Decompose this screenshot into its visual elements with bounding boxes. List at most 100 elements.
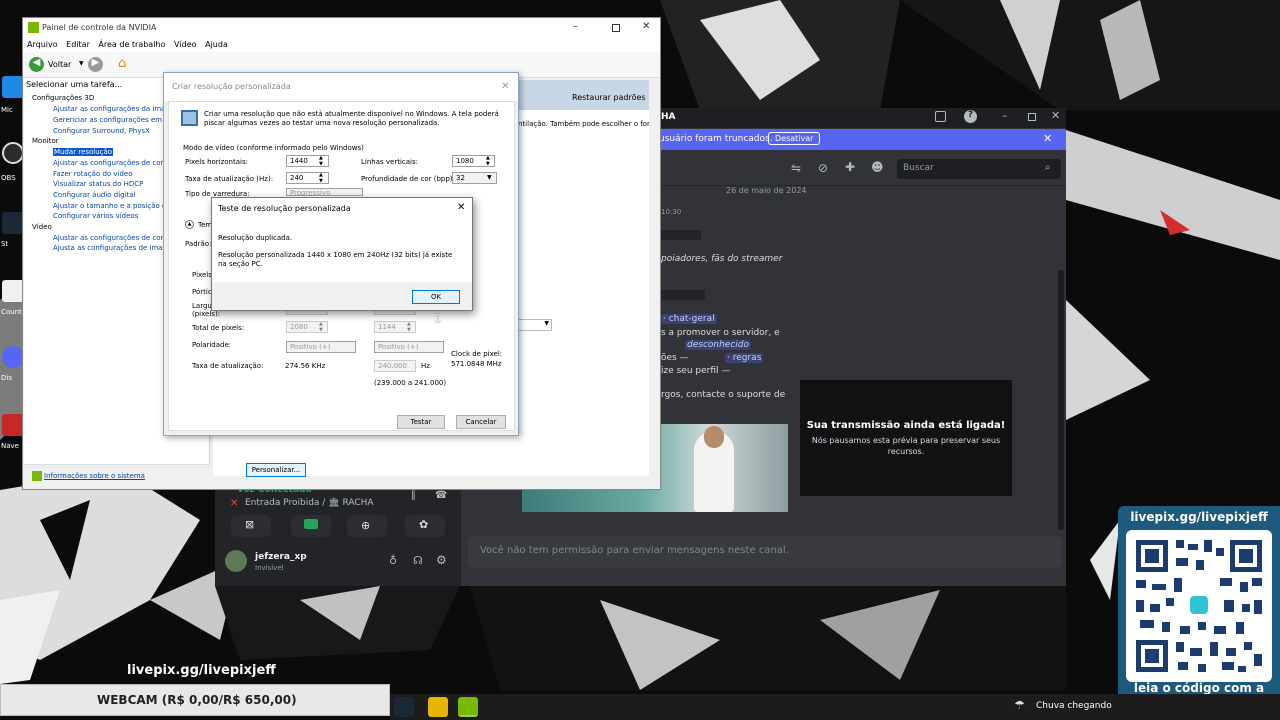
menu-area-de-trabalho[interactable]: Área de trabalho: [98, 40, 165, 49]
tree-item[interactable]: Ajustar as configurações de cor de: [53, 234, 174, 242]
test-button[interactable]: Testar: [397, 415, 445, 429]
chat-scrollbar[interactable]: [1058, 270, 1064, 530]
menu-ajuda[interactable]: Ajuda: [205, 40, 228, 49]
content-dropdown[interactable]: ▼: [518, 319, 552, 331]
restore-defaults-link[interactable]: Restaurar padrões: [572, 93, 646, 102]
menu-arquivo[interactable]: Arquivo: [27, 40, 58, 49]
voice-channel[interactable]: Entrada Proibida / 🏛 RACHA: [245, 498, 374, 508]
refresh-khz-value: 274.56 KHz: [285, 362, 326, 370]
activities-button[interactable]: ⊕: [347, 515, 387, 537]
threads-icon[interactable]: ⇋: [791, 161, 801, 175]
message-line: ize seu perfil —: [661, 366, 731, 376]
close-icon[interactable]: ✕: [1051, 109, 1060, 122]
tree-item[interactable]: Ajusta as configurações de imagem: [53, 244, 178, 252]
chevron-down-icon[interactable]: ▼: [487, 174, 492, 181]
channel-mention[interactable]: · chat-geral: [661, 314, 717, 324]
pin-icon[interactable]: ✚: [845, 160, 855, 174]
forward-arrow-icon[interactable]: ▶: [88, 57, 103, 72]
spinner-arrows-icon[interactable]: ▲ ▼: [319, 172, 323, 184]
desktop-icon-mic[interactable]: [2, 76, 24, 98]
banner-text: usuário foram truncados.: [659, 134, 773, 144]
close-icon[interactable]: ✕: [642, 21, 650, 32]
disable-button[interactable]: Desativar: [768, 132, 821, 145]
timing-expand-icon[interactable]: ▲: [185, 220, 194, 229]
desktop-icon-discord[interactable]: [2, 346, 24, 368]
steam-taskbar-icon[interactable]: [394, 697, 414, 717]
maximize-icon[interactable]: [1028, 113, 1036, 121]
group-label: Modo de vídeo (conforme informado pelo W…: [183, 144, 364, 152]
chip-chat-geral[interactable]: · chat-geral: [661, 314, 717, 324]
scan-select[interactable]: Progressivo: [286, 188, 363, 196]
redacted-block: [661, 290, 705, 300]
streamer-head: [704, 426, 724, 448]
refresh-hz-input: 240.000: [374, 360, 416, 372]
message-input[interactable]: Você não tem permissão para enviar mensa…: [468, 536, 1062, 568]
message-line: ões —: [661, 353, 689, 363]
members-icon[interactable]: ☻: [871, 160, 884, 174]
desktop-icon-steam[interactable]: [2, 212, 24, 234]
minimize-icon[interactable]: –: [1002, 109, 1008, 122]
customize-button[interactable]: Personalizar...: [246, 463, 306, 477]
camera-off-button[interactable]: ⊠: [231, 515, 271, 537]
rules-mention[interactable]: · regras: [725, 353, 764, 363]
app-taskbar-icon[interactable]: [428, 697, 448, 717]
search-input[interactable]: Buscar ⌕: [897, 159, 1061, 179]
system-info-link[interactable]: Informações sobre o sistema: [44, 472, 145, 480]
webcam-goal-bar: WEBCAM (R$ 0,00/R$ 650,00): [0, 684, 390, 716]
ok-button[interactable]: OK: [412, 290, 460, 304]
inbox-icon[interactable]: [935, 111, 946, 122]
content-horizontal-scrollbar[interactable]: [213, 480, 649, 489]
tree-item-selected[interactable]: Mudar resolução: [53, 148, 114, 156]
soundboard-button[interactable]: ✿: [405, 515, 445, 537]
voice-disconnect-icon[interactable]: ✕: [230, 498, 238, 509]
dropdown-arrow-icon[interactable]: ▼: [79, 60, 84, 67]
tree-item[interactable]: Configurar áudio digital: [53, 191, 136, 199]
screen-share-button[interactable]: [291, 515, 331, 537]
minimize-icon[interactable]: –: [573, 21, 578, 32]
cancel-button[interactable]: Cancelar: [456, 415, 506, 429]
desktop-icon-browser[interactable]: [2, 414, 24, 436]
spinner-arrows-icon[interactable]: ▲ ▼: [319, 155, 323, 167]
tree-group-monitor[interactable]: Monitor: [32, 137, 59, 145]
dialog-close-icon[interactable]: ✕: [501, 81, 509, 92]
tree-item[interactable]: Configurar vários vídeos: [53, 212, 138, 220]
tree-group-video[interactable]: Vídeo: [32, 223, 52, 231]
menu-video[interactable]: Vídeo: [174, 40, 197, 49]
message-line: s a promover o servidor, e: [661, 328, 780, 338]
qr-code: [1126, 530, 1272, 682]
banner-close-icon[interactable]: ✕: [1043, 132, 1052, 145]
spinner-arrows-icon[interactable]: ▲ ▼: [486, 155, 490, 167]
tree-group-3d[interactable]: Configurações 3D: [32, 94, 94, 102]
spinner-arrows-icon: ▲ ▼: [407, 321, 411, 333]
tree-item[interactable]: Visualizar status do HDCP: [53, 180, 143, 188]
v-lines-label: Linhas verticais:: [361, 158, 418, 166]
alert-close-icon[interactable]: ✕: [457, 202, 465, 213]
help-icon[interactable]: ?: [964, 110, 977, 123]
phone-icon[interactable]: ☎: [435, 490, 447, 501]
nvidia-taskbar-icon[interactable]: [458, 697, 478, 717]
chip-rules[interactable]: · regras: [725, 353, 764, 363]
menu-editar[interactable]: Editar: [66, 40, 90, 49]
duplicate-resolution-alert: Teste de resolução personalizada ✕ Resol…: [211, 197, 473, 311]
tree-item[interactable]: Configurar Surround, PhysX: [53, 127, 150, 135]
chip-unknown[interactable]: desconhecido: [685, 340, 752, 350]
settings-gear-icon[interactable]: ⚙: [436, 553, 447, 567]
desktop-icon-obs[interactable]: [2, 142, 24, 164]
tree-item[interactable]: Ajustar o tamanho e a posição da: [53, 202, 171, 210]
microphone-icon[interactable]: ♁: [389, 554, 397, 567]
avatar[interactable]: [225, 550, 247, 572]
tree-item[interactable]: Ajustar as configurações de cor da: [53, 159, 174, 167]
tree-item[interactable]: Fazer rotação do vídeo: [53, 170, 133, 178]
home-icon[interactable]: ⌂: [118, 56, 134, 72]
headphones-icon[interactable]: ☊: [413, 554, 423, 567]
mouse-cursor-icon: ⌶: [434, 311, 442, 325]
unknown-mention[interactable]: desconhecido: [685, 340, 752, 350]
maximize-icon[interactable]: [612, 24, 620, 32]
mute-icon[interactable]: ⊘: [818, 161, 828, 175]
tree-item[interactable]: Ajustar as configurações da image: [53, 105, 174, 113]
tree-item[interactable]: Gerenciar as configurações em 3D: [53, 116, 174, 124]
content-vertical-scrollbar[interactable]: [649, 80, 657, 476]
dialog-title: Criar resolução personalizada: [164, 73, 518, 101]
desktop-icon-counter[interactable]: [2, 280, 24, 302]
polarity-label: Polaridade:: [192, 341, 232, 349]
